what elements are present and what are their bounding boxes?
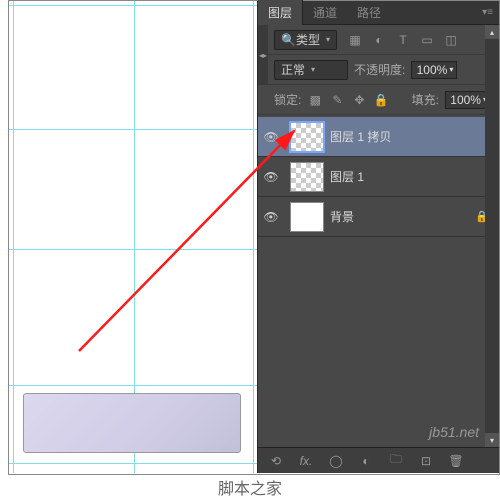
- link-icon[interactable]: ⟲: [268, 453, 284, 469]
- document-canvas[interactable]: [9, 1, 258, 473]
- panel-tabs: 图层 通道 路径 ▾≡: [258, 1, 499, 25]
- rounded-rect-object[interactable]: [23, 393, 241, 453]
- guide-h[interactable]: [9, 5, 258, 6]
- lock-row: 锁定: ▩ ✎ ✥ 🔒 填充: 100%▾: [258, 85, 499, 115]
- filter-shape-icon[interactable]: ▭: [419, 32, 435, 48]
- chevron-down-icon: ▾: [326, 35, 330, 44]
- layer-thumbnail[interactable]: [290, 202, 324, 232]
- layer-name[interactable]: 图层 1 拷贝: [330, 128, 499, 145]
- panel-menu-icon[interactable]: ▾≡: [482, 7, 493, 18]
- fill-label: 填充:: [412, 91, 439, 108]
- opacity-value: 100%: [417, 63, 448, 77]
- watermark: jb51.net: [429, 424, 479, 440]
- filter-label: 类型: [296, 31, 320, 48]
- scrollbar[interactable]: ▴ ▾: [485, 25, 499, 447]
- guide-h[interactable]: [9, 129, 258, 130]
- panel-bottom-bar: ⟲ fx. ◯ ◐ 🗀 ⊡ 🗑: [258, 447, 499, 473]
- blend-mode-value: 正常: [281, 61, 305, 78]
- mask-icon[interactable]: ◯: [328, 453, 344, 469]
- filter-icons: ▦ ◐ T ▭ ◫: [347, 32, 459, 48]
- opacity-input[interactable]: 100%▾: [411, 61, 457, 79]
- visibility-icon[interactable]: 👁: [258, 210, 284, 224]
- filter-adjust-icon[interactable]: ◐: [371, 32, 387, 48]
- guide-h[interactable]: [9, 385, 258, 386]
- lock-transparent-icon[interactable]: ▩: [307, 92, 323, 108]
- lock-all-icon[interactable]: 🔒: [373, 92, 389, 108]
- panel-collapse-icon[interactable]: ◂▸: [258, 25, 268, 85]
- group-icon[interactable]: 🗀: [388, 453, 404, 469]
- filter-row: 🔍 类型 ▾ ▦ ◐ T ▭ ◫: [258, 25, 499, 55]
- filter-pixel-icon[interactable]: ▦: [347, 32, 363, 48]
- layer-row[interactable]: 👁 图层 1: [258, 157, 499, 197]
- layer-thumbnail[interactable]: [290, 122, 324, 152]
- visibility-icon[interactable]: 👁: [258, 170, 284, 184]
- tab-paths[interactable]: 路径: [347, 0, 391, 25]
- guide-v[interactable]: [13, 1, 14, 473]
- lock-image-icon[interactable]: ✎: [329, 92, 345, 108]
- layer-name[interactable]: 图层 1: [330, 168, 499, 185]
- lock-label: 锁定:: [274, 91, 301, 108]
- page-caption: 脚本之家: [0, 475, 500, 499]
- new-layer-icon[interactable]: ⊡: [418, 453, 434, 469]
- guide-v[interactable]: [253, 1, 254, 473]
- layer-row[interactable]: 👁 背景 🔒: [258, 197, 499, 237]
- scroll-up-icon[interactable]: ▴: [485, 25, 499, 39]
- guide-h[interactable]: [9, 463, 258, 464]
- trash-icon[interactable]: 🗑: [448, 453, 464, 469]
- layers-panel: 图层 通道 路径 ▾≡ ◂▸ 🔍 类型 ▾ ▦ ◐ T ▭ ◫ 正常 ▾: [257, 1, 499, 473]
- fx-icon[interactable]: fx.: [298, 453, 314, 469]
- guide-h[interactable]: [9, 249, 258, 250]
- layers-list: 👁 图层 1 拷贝 👁 图层 1 👁 背景 🔒: [258, 115, 499, 237]
- lock-position-icon[interactable]: ✥: [351, 92, 367, 108]
- tab-channels[interactable]: 通道: [303, 0, 347, 25]
- filter-type-dropdown[interactable]: 🔍 类型 ▾: [274, 30, 337, 50]
- adjustment-icon[interactable]: ◐: [358, 453, 374, 469]
- blend-row: 正常 ▾ 不透明度: 100%▾: [258, 55, 499, 85]
- chevron-down-icon: ▾: [311, 65, 315, 74]
- blend-mode-dropdown[interactable]: 正常 ▾: [274, 60, 348, 80]
- tab-layers[interactable]: 图层: [258, 0, 303, 25]
- filter-smart-icon[interactable]: ◫: [443, 32, 459, 48]
- opacity-label: 不透明度:: [354, 61, 405, 78]
- fill-value: 100%: [450, 93, 481, 107]
- layer-row[interactable]: 👁 图层 1 拷贝: [258, 117, 499, 157]
- filter-text-icon[interactable]: T: [395, 32, 411, 48]
- layer-thumbnail[interactable]: [290, 162, 324, 192]
- scroll-down-icon[interactable]: ▾: [485, 433, 499, 447]
- search-icon: 🔍: [281, 33, 296, 47]
- layer-name[interactable]: 背景: [330, 208, 475, 225]
- visibility-icon[interactable]: 👁: [258, 130, 284, 144]
